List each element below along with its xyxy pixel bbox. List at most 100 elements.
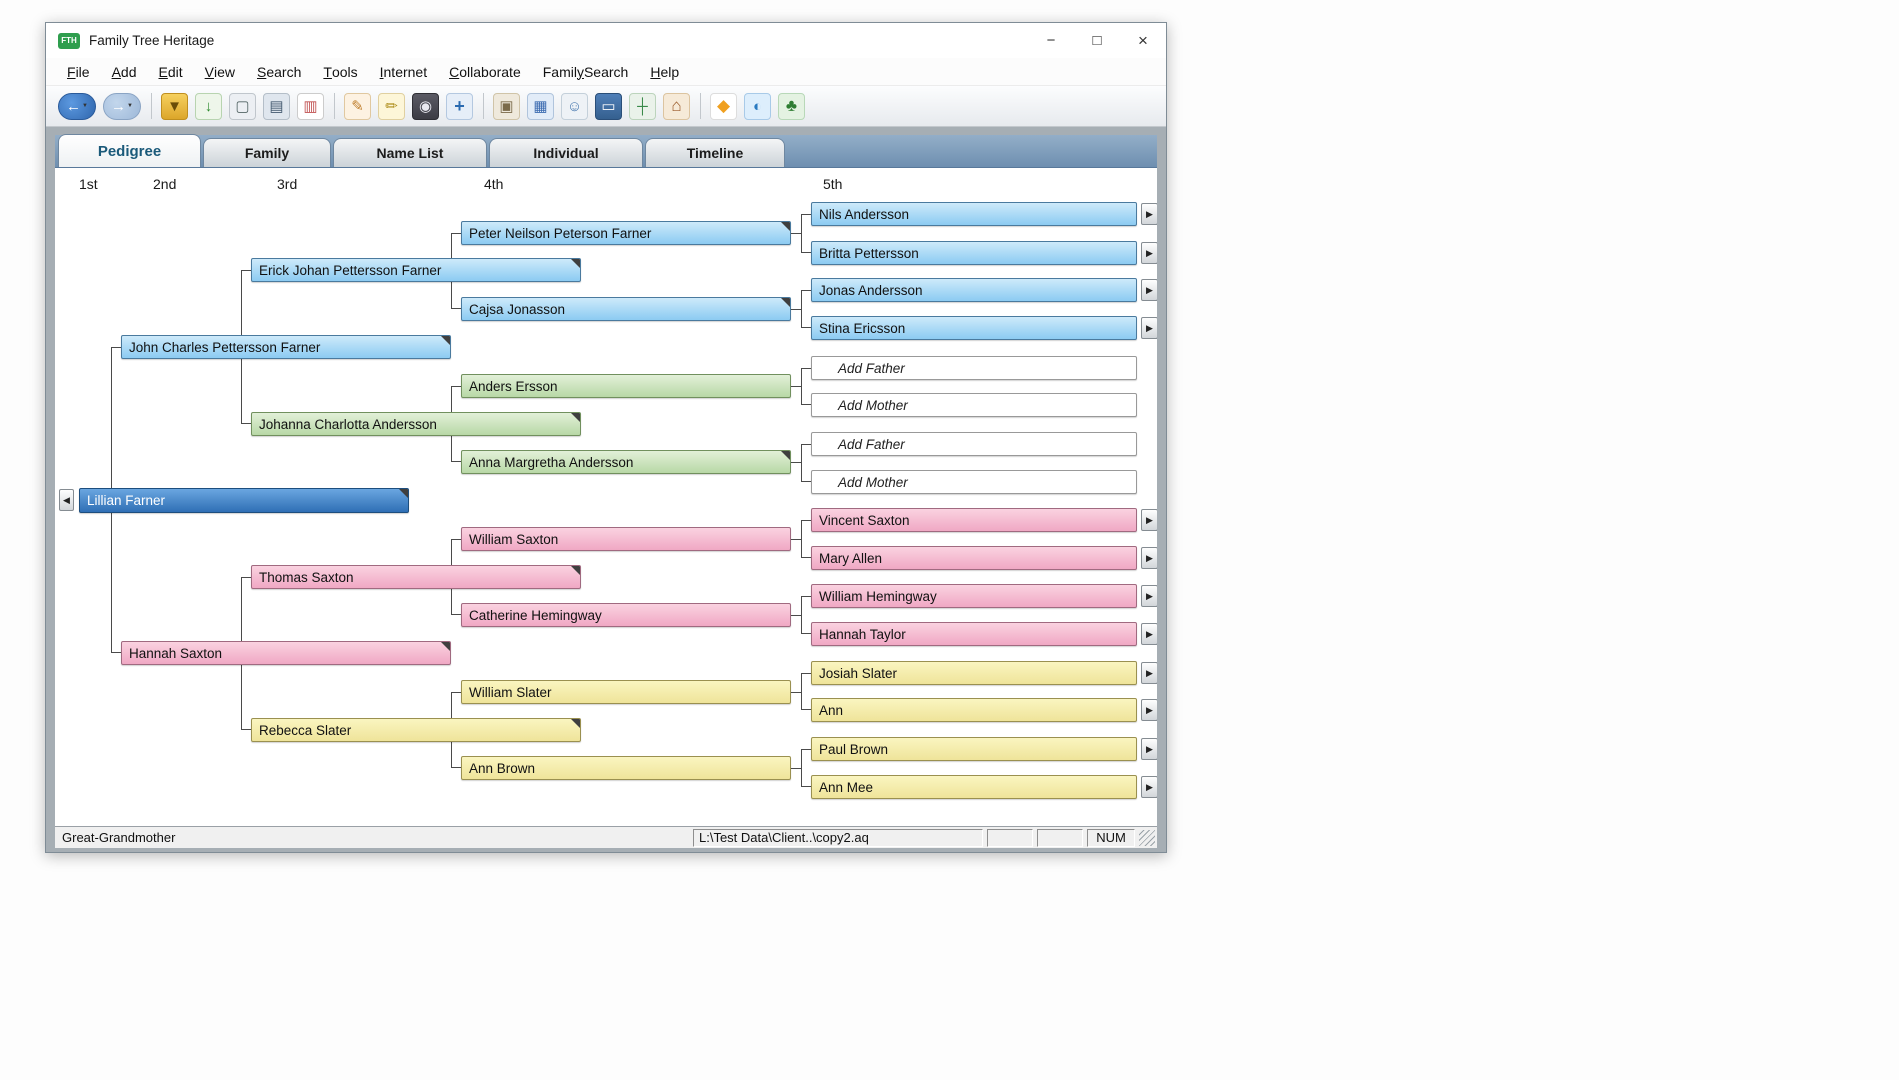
person-box-thomas-saxton[interactable]: Thomas Saxton — [251, 565, 581, 589]
person-box-erick-johan-pettersson-farner[interactable]: Erick Johan Pettersson Farner — [251, 258, 581, 282]
clipboard-button[interactable]: ▣ — [493, 93, 520, 120]
pedigree-view: 1st 2nd 3rd 4th 5th — [55, 168, 1157, 826]
reports-button[interactable]: ▥ — [297, 93, 324, 120]
web-button[interactable]: ◐ — [744, 93, 771, 120]
expand-arrow-button[interactable]: ▶ — [1141, 585, 1157, 607]
person-box-ann-brown[interactable]: Ann Brown — [461, 756, 791, 780]
person-box-ann-mee[interactable]: Ann Mee — [811, 775, 1137, 799]
menu-edit[interactable]: Edit — [148, 58, 194, 85]
tab-name-list[interactable]: Name List — [333, 138, 487, 167]
tab-family[interactable]: Family — [203, 138, 331, 167]
add-mother-button[interactable]: Add Mother — [811, 393, 1137, 417]
notes-button[interactable]: ✏ — [378, 93, 405, 120]
back-icon: ← — [66, 98, 81, 115]
menu-tools[interactable]: Tools — [312, 58, 368, 85]
tab-pedigree[interactable]: Pedigree — [58, 134, 201, 167]
menu-internet[interactable]: Internet — [369, 58, 438, 85]
print-icon: ▤ — [269, 97, 283, 115]
person-box-cajsa-jonasson[interactable]: Cajsa Jonasson — [461, 297, 791, 321]
tree-icon: ♣ — [786, 96, 797, 116]
person-box-lillian-farner[interactable]: Lillian Farner — [79, 488, 409, 513]
person-box-william-slater[interactable]: William Slater — [461, 680, 791, 704]
menu-familysearch[interactable]: FamilySearch — [532, 58, 640, 85]
chart-icon: ┼ — [637, 98, 648, 115]
person-box-britta-pettersson[interactable]: Britta Pettersson — [811, 241, 1137, 265]
person-box-jonas-andersson[interactable]: Jonas Andersson — [811, 278, 1137, 302]
person-box-hannah-taylor[interactable]: Hannah Taylor — [811, 622, 1137, 646]
print-preview-button[interactable]: ▢ — [229, 93, 256, 120]
expand-arrow-button[interactable]: ▶ — [1141, 699, 1157, 721]
back-button[interactable]: ←▼ — [58, 93, 96, 120]
expand-arrow-button[interactable]: ▶ — [1141, 203, 1157, 225]
toolbar-separator — [151, 93, 152, 119]
open-file-button[interactable]: ▼ — [161, 93, 188, 120]
connector-stub — [791, 386, 801, 387]
person-box-nils-andersson[interactable]: Nils Andersson — [811, 202, 1137, 226]
person-name: Hannah Saxton — [129, 646, 222, 661]
person-box-hannah-saxton[interactable]: Hannah Saxton — [121, 641, 451, 665]
menu-search[interactable]: Search — [246, 58, 312, 85]
expand-arrow-button[interactable]: ▶ — [1141, 509, 1157, 531]
import-button[interactable]: ↓ — [195, 93, 222, 120]
add-father-label: Add Father — [838, 361, 905, 376]
menu-add[interactable]: Add — [101, 58, 148, 85]
add-father-button[interactable]: Add Father — [811, 356, 1137, 380]
home-button[interactable]: ⌂ — [663, 93, 690, 120]
chart-view-button[interactable]: ┼ — [629, 93, 656, 120]
person-box-ann[interactable]: Ann — [811, 698, 1137, 722]
expand-arrow-button[interactable]: ▶ — [1141, 547, 1157, 569]
add-father-label: Add Father — [838, 437, 905, 452]
calendar-button[interactable]: ▦ — [527, 93, 554, 120]
publish-button[interactable]: ◆ — [710, 93, 737, 120]
person-box-rebecca-slater[interactable]: Rebecca Slater — [251, 718, 581, 742]
app-window: FTH Family Tree Heritage − □ × File Add … — [45, 22, 1167, 853]
person-name: William Saxton — [469, 532, 558, 547]
person-box-peter-neilson-peterson-farner[interactable]: Peter Neilson Peterson Farner — [461, 221, 791, 245]
add-father-button[interactable]: Add Father — [811, 432, 1137, 456]
expand-arrow-button[interactable]: ▶ — [1141, 623, 1157, 645]
forward-button[interactable]: →▼ — [103, 93, 141, 120]
person-box-josiah-slater[interactable]: Josiah Slater — [811, 661, 1137, 685]
expand-arrow-button[interactable]: ▶ — [1141, 242, 1157, 264]
family-group-button[interactable]: ☺ — [561, 93, 588, 120]
expand-arrow-button[interactable]: ▶ — [1141, 279, 1157, 301]
close-button[interactable]: × — [1120, 23, 1166, 58]
resize-grip-icon[interactable] — [1139, 830, 1155, 846]
expand-arrow-button[interactable]: ▶ — [1141, 738, 1157, 760]
expand-arrow-button[interactable]: ▶ — [1141, 317, 1157, 339]
person-box-johanna-charlotta-andersson[interactable]: Johanna Charlotta Andersson — [251, 412, 581, 436]
arrow-right-icon: ▶ — [1146, 515, 1153, 526]
tab-bar: Pedigree Family Name List Individual Tim… — [55, 135, 1157, 168]
file-path-panel: L:\Test Data\Client..\copy2.aq — [693, 829, 983, 847]
person-box-catherine-hemingway[interactable]: Catherine Hemingway — [461, 603, 791, 627]
person-box-william-saxton[interactable]: William Saxton — [461, 527, 791, 551]
maximize-button[interactable]: □ — [1074, 23, 1120, 58]
minimize-button[interactable]: − — [1028, 23, 1074, 58]
navigate-left-button[interactable]: ◀ — [59, 489, 74, 511]
calendar-icon: ▦ — [533, 97, 547, 115]
person-box-john-charles-pettersson-farner[interactable]: John Charles Pettersson Farner — [121, 335, 451, 359]
edit-person-button[interactable]: ✎ — [344, 93, 371, 120]
expand-arrow-button[interactable]: ▶ — [1141, 776, 1157, 798]
expand-arrow-button[interactable]: ▶ — [1141, 662, 1157, 684]
person-box-paul-brown[interactable]: Paul Brown — [811, 737, 1137, 761]
media-button[interactable]: ◉ — [412, 93, 439, 120]
person-box-vincent-saxton[interactable]: Vincent Saxton — [811, 508, 1137, 532]
person-box-anna-margretha-andersson[interactable]: Anna Margretha Andersson — [461, 450, 791, 474]
tab-individual[interactable]: Individual — [489, 138, 643, 167]
person-box-william-hemingway[interactable]: William Hemingway — [811, 584, 1137, 608]
familysearch-tree-button[interactable]: ♣ — [778, 93, 805, 120]
person-box-mary-allen[interactable]: Mary Allen — [811, 546, 1137, 570]
slideshow-button[interactable]: ▭ — [595, 93, 622, 120]
add-mother-button[interactable]: Add Mother — [811, 470, 1137, 494]
menu-file[interactable]: File — [56, 58, 101, 85]
person-box-stina-ericsson[interactable]: Stina Ericsson — [811, 316, 1137, 340]
add-person-button[interactable]: + — [446, 93, 473, 120]
person-box-anders-ersson[interactable]: Anders Ersson — [461, 374, 791, 398]
print-button[interactable]: ▤ — [263, 93, 290, 120]
menu-help[interactable]: Help — [639, 58, 690, 85]
tab-timeline[interactable]: Timeline — [645, 138, 785, 167]
person-name: Anna Margretha Andersson — [469, 455, 633, 470]
menu-view[interactable]: View — [194, 58, 246, 85]
menu-collaborate[interactable]: Collaborate — [438, 58, 532, 85]
